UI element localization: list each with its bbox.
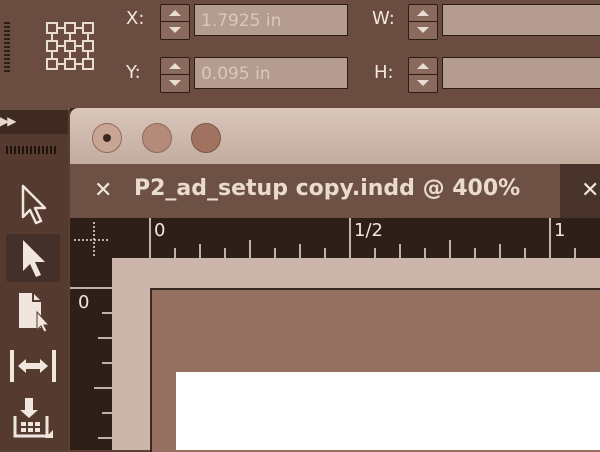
x-label: X: xyxy=(126,8,145,29)
w-increment-button[interactable] xyxy=(409,5,437,21)
ruler-origin[interactable] xyxy=(70,218,112,258)
panel-grip[interactable] xyxy=(4,22,10,72)
reference-point-icon[interactable] xyxy=(46,22,94,70)
selection-tool[interactable] xyxy=(6,180,60,228)
direct-selection-tool[interactable] xyxy=(6,234,60,282)
content-collector-icon xyxy=(13,398,53,438)
minimize-window-button[interactable] xyxy=(142,123,172,153)
gap-tool-icon xyxy=(10,350,56,382)
window-titlebar[interactable] xyxy=(70,108,600,164)
dot-icon xyxy=(103,134,111,142)
vertical-ruler-ticks xyxy=(70,287,112,439)
y-stepper[interactable] xyxy=(160,57,190,93)
arrow-up-icon xyxy=(169,63,181,69)
document-tab-title: P2_ad_setup copy.indd @ 400% xyxy=(134,176,521,201)
arrow-up-icon xyxy=(417,63,429,69)
document-tab[interactable]: ✕ P2_ad_setup copy.indd @ 400% xyxy=(70,164,560,218)
document-window: ✕ P2_ad_setup copy.indd @ 400% ✕ 0 1/2 1… xyxy=(70,108,600,452)
page-tool-icon xyxy=(19,293,51,333)
tools-panel-grip[interactable] xyxy=(6,146,56,154)
tools-panel-header: ▶▶ xyxy=(0,110,68,134)
content-collector-tool[interactable] xyxy=(6,394,60,442)
x-stepper[interactable] xyxy=(160,4,190,40)
ruler-label-half: 1/2 xyxy=(354,220,383,241)
vertical-ruler[interactable]: 0 xyxy=(70,258,112,450)
next-tab-close-icon[interactable]: ✕ xyxy=(581,178,599,203)
page-tool[interactable] xyxy=(6,288,60,336)
zoom-window-button[interactable] xyxy=(191,123,221,153)
arrow-down-icon xyxy=(169,80,181,86)
x-decrement-button[interactable] xyxy=(161,21,189,38)
ruler-label-0: 0 xyxy=(154,220,166,241)
h-decrement-button[interactable] xyxy=(409,74,437,91)
height-field[interactable] xyxy=(442,57,600,89)
close-window-button[interactable] xyxy=(92,123,122,153)
document-tab-strip: ✕ P2_ad_setup copy.indd @ 400% ✕ xyxy=(70,164,600,218)
expand-panel-icon[interactable]: ▶▶ xyxy=(0,114,17,128)
w-label: W: xyxy=(372,8,395,29)
h-stepper[interactable] xyxy=(408,57,438,93)
arrow-up-icon xyxy=(417,10,429,16)
x-increment-button[interactable] xyxy=(161,5,189,21)
x-position-field[interactable]: 1.7925 in xyxy=(194,4,348,36)
ruler-label-1: 1 xyxy=(554,220,566,241)
w-stepper[interactable] xyxy=(408,4,438,40)
direct-selection-arrow-icon xyxy=(23,240,45,277)
arrow-up-icon xyxy=(169,10,181,16)
arrow-down-icon xyxy=(417,80,429,86)
y-position-field[interactable]: 0.095 in xyxy=(194,57,348,89)
arrow-down-icon xyxy=(417,27,429,33)
width-field[interactable] xyxy=(442,4,600,36)
y-increment-button[interactable] xyxy=(161,58,189,74)
horizontal-ruler[interactable]: 0 1/2 1 xyxy=(112,218,600,258)
y-label: Y: xyxy=(126,62,141,83)
selected-frame[interactable] xyxy=(176,372,600,450)
y-decrement-button[interactable] xyxy=(161,74,189,91)
vertical-ruler-label-0: 0 xyxy=(78,292,90,313)
tools-panel: ▶▶ xyxy=(0,110,68,450)
selection-arrow-icon xyxy=(21,184,47,225)
ruler-origin-icon xyxy=(74,222,108,256)
control-bar: X: 1.7925 in Y: 0.095 in W: H: xyxy=(0,0,600,110)
tab-close-icon[interactable]: ✕ xyxy=(94,178,112,203)
w-decrement-button[interactable] xyxy=(409,21,437,38)
arrow-down-icon xyxy=(169,27,181,33)
gap-tool[interactable] xyxy=(6,342,60,390)
h-label: H: xyxy=(374,62,394,83)
h-increment-button[interactable] xyxy=(409,58,437,74)
